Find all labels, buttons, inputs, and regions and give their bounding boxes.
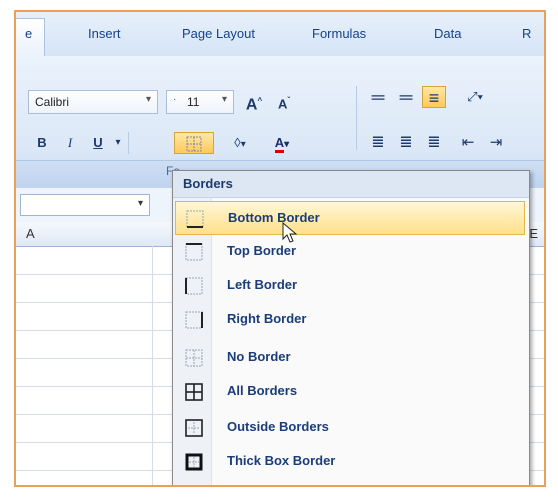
chevron-down-icon: ▾ xyxy=(240,139,246,150)
left-border-icon xyxy=(185,277,203,295)
bottom-border-icon xyxy=(186,210,204,228)
top-border-icon xyxy=(185,243,203,261)
menu-item-label: Outside Borders xyxy=(227,419,329,434)
bottom-align-icon: ≡ xyxy=(428,88,440,108)
fill-color-button[interactable]: ◊▾ xyxy=(222,132,258,154)
shrink-font-button[interactable]: Aˇ xyxy=(272,90,296,112)
menu-item-thick-box-border[interactable]: Thick Box Border xyxy=(175,445,525,479)
chevron-down-icon[interactable]: ▾ xyxy=(138,198,143,209)
name-box[interactable]: ▾ xyxy=(20,194,150,216)
align-right-button[interactable]: ≣ xyxy=(422,132,446,154)
mouse-cursor-icon xyxy=(282,222,298,243)
menu-item-top-border[interactable]: Top Border xyxy=(175,235,525,269)
font-color-icon: A xyxy=(274,135,285,153)
right-border-icon xyxy=(185,311,203,329)
top-align-button[interactable]: ═ xyxy=(366,86,390,108)
thick-box-border-icon xyxy=(185,453,203,471)
menu-item-all-borders[interactable]: All Borders xyxy=(175,375,525,409)
shrink-font-icon: A xyxy=(277,96,288,112)
menu-item-label: Thick Box Border xyxy=(227,453,336,468)
increase-indent-button[interactable]: ⇥ xyxy=(484,132,508,154)
all-borders-icon xyxy=(185,383,203,401)
separator xyxy=(128,132,129,154)
middle-align-icon: ═ xyxy=(399,87,413,107)
menu-item-label: Left Border xyxy=(227,277,298,292)
decrease-indent-button[interactable]: ⇤ xyxy=(456,132,480,154)
separator xyxy=(356,86,357,150)
bold-button[interactable]: B xyxy=(30,132,54,154)
tab-data[interactable]: Data xyxy=(434,26,461,41)
tab-insert[interactable]: Insert xyxy=(88,26,121,41)
chevron-down-icon[interactable]: ▾ xyxy=(146,94,151,105)
column-header-e[interactable]: E xyxy=(529,226,538,241)
menu-item-no-border[interactable]: No Border xyxy=(175,341,525,375)
decrease-indent-icon: ⇤ xyxy=(461,134,475,151)
tab-label: e xyxy=(25,26,33,41)
increase-indent-icon: ⇥ xyxy=(489,134,503,151)
bottom-align-button[interactable]: ≡ xyxy=(422,86,446,108)
font-size-box[interactable]: · 11 ▾ xyxy=(166,90,234,114)
align-right-icon: ≣ xyxy=(427,134,441,151)
italic-icon: I xyxy=(67,135,73,150)
menu-item-outside-borders[interactable]: Outside Borders xyxy=(175,411,525,445)
menu-item-label: Right Border xyxy=(227,311,307,326)
borders-button[interactable] xyxy=(174,132,214,154)
borders-icon xyxy=(186,136,202,152)
tab-home-partial[interactable]: e xyxy=(16,18,45,57)
menu-header-label: Borders xyxy=(183,176,233,191)
ribbon-tab-bar: e Insert Page Layout Formulas Data R xyxy=(16,12,544,57)
font-name-box[interactable]: Calibri ▾ xyxy=(28,90,158,114)
grow-font-button[interactable]: A^ xyxy=(242,90,266,114)
column-header-a[interactable]: A xyxy=(26,226,35,241)
underline-icon: U xyxy=(93,135,103,150)
grow-font-icon: A xyxy=(245,96,258,114)
tab-formulas[interactable]: Formulas xyxy=(312,26,366,41)
chevron-down-icon[interactable]: ▾ xyxy=(222,94,227,105)
tab-review-partial[interactable]: R xyxy=(522,26,531,41)
font-name-value: Calibri xyxy=(35,95,70,109)
font-color-button[interactable]: A▾ xyxy=(264,132,300,154)
align-left-button[interactable]: ≣ xyxy=(366,132,390,154)
font-size-value: 11 xyxy=(187,95,200,109)
menu-item-left-border[interactable]: Left Border xyxy=(175,269,525,303)
orientation-icon: ⤢▾ xyxy=(467,89,483,104)
menu-item-bottom-border[interactable]: Bottom Border xyxy=(175,201,525,235)
menu-header: Borders xyxy=(173,171,529,198)
align-center-button[interactable]: ≣ xyxy=(394,132,418,154)
screenshot-frame: e Insert Page Layout Formulas Data R Cal… xyxy=(14,10,546,487)
align-center-icon: ≣ xyxy=(399,134,413,151)
borders-menu: Borders Bottom Border Top Border Left Bo… xyxy=(172,170,530,485)
bold-icon: B xyxy=(37,135,47,150)
top-align-icon: ═ xyxy=(371,87,385,107)
menu-item-label: Top Border xyxy=(227,243,297,258)
chevron-down-icon[interactable]: ▾ xyxy=(112,132,124,154)
menu-item-label: Bottom Border xyxy=(228,210,320,225)
menu-item-right-border[interactable]: Right Border xyxy=(175,303,525,337)
dot-icon: · xyxy=(173,94,177,105)
outside-borders-icon xyxy=(185,419,203,437)
chevron-down-icon: ▾ xyxy=(284,139,290,150)
menu-item-label: All Borders xyxy=(227,383,298,398)
middle-align-button[interactable]: ═ xyxy=(394,86,418,108)
no-border-icon xyxy=(185,349,203,367)
align-left-icon: ≣ xyxy=(371,134,385,151)
tab-page-layout[interactable]: Page Layout xyxy=(182,26,255,41)
gridline xyxy=(152,246,153,485)
italic-button[interactable]: I xyxy=(58,132,82,154)
underline-button[interactable]: U xyxy=(86,132,110,154)
menu-item-label: No Border xyxy=(227,349,291,364)
orientation-button[interactable]: ⤢▾ xyxy=(456,86,494,108)
